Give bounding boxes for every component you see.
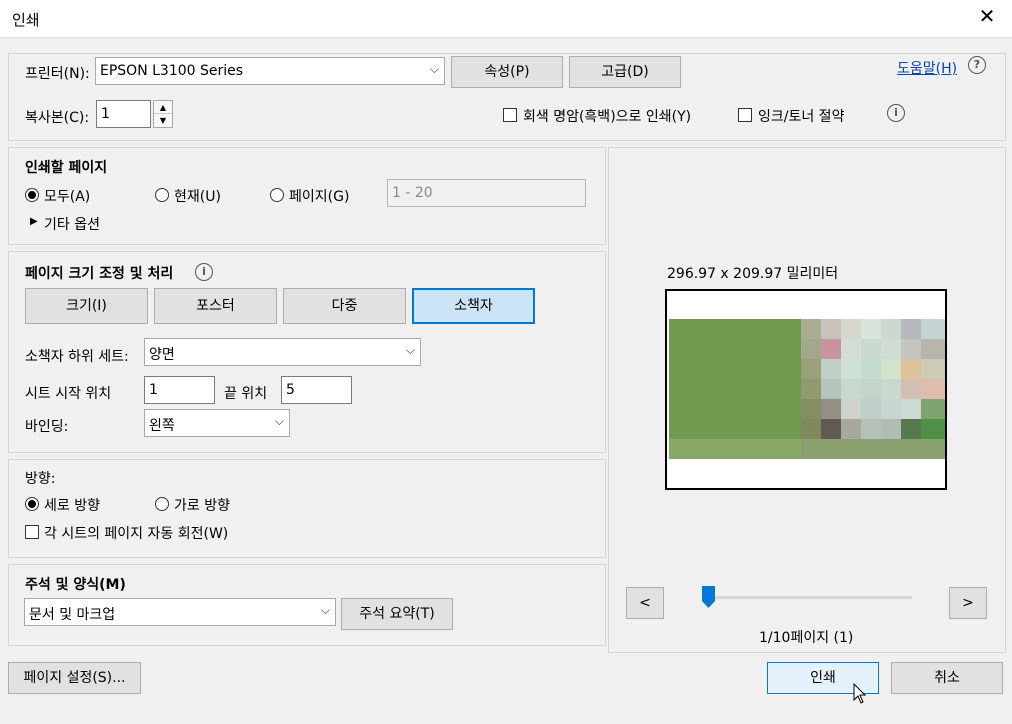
sheets-from-input[interactable]: 1 bbox=[144, 376, 215, 404]
chevron-down-icon: ⌵ bbox=[274, 414, 284, 428]
comments-select[interactable]: 문서 및 마크업 ⌵ bbox=[24, 598, 336, 626]
binding-select[interactable]: 왼쪽 ⌵ bbox=[144, 409, 290, 437]
title-bar bbox=[0, 0, 1012, 38]
grayscale-label: 회색 명암(흑백)으로 인쇄(Y) bbox=[523, 109, 692, 125]
tab-multiple[interactable]: 다중 bbox=[283, 288, 406, 324]
tab-poster[interactable]: 포스터 bbox=[154, 288, 277, 324]
all-pages-label: 모두(A) bbox=[44, 189, 91, 205]
advanced-button[interactable]: 고급(D) bbox=[569, 56, 681, 88]
printer-label: 프린터(N): bbox=[25, 66, 90, 82]
pages-heading: 인쇄할 페이지 bbox=[25, 160, 108, 176]
info-circle-icon[interactable]: i bbox=[887, 104, 905, 122]
page-range-value: 1 - 20 bbox=[392, 185, 433, 201]
tab-size[interactable]: 크기(I) bbox=[25, 288, 148, 324]
question-circle-icon[interactable]: ? bbox=[968, 56, 986, 74]
page-sizing-heading: 페이지 크기 조정 및 처리 bbox=[25, 266, 174, 282]
binding-value: 왼쪽 bbox=[149, 418, 175, 434]
page-range-input[interactable]: 1 - 20 bbox=[387, 179, 586, 207]
close-icon[interactable]: ✕ bbox=[976, 4, 998, 28]
help-link[interactable]: 도움말(H) bbox=[897, 58, 957, 78]
save-ink-checkbox[interactable] bbox=[738, 108, 752, 122]
copies-stepper[interactable]: ▲ ▼ bbox=[153, 100, 173, 128]
orientation-heading: 방향: bbox=[25, 471, 56, 487]
tab-booklet[interactable]: 소책자 bbox=[412, 288, 535, 324]
page-range-label: 페이지(G) bbox=[289, 189, 350, 205]
next-page-button[interactable]: > bbox=[949, 587, 987, 619]
booklet-subset-value: 양면 bbox=[149, 347, 175, 363]
copies-input[interactable]: 1 bbox=[96, 100, 151, 128]
stepper-up-icon[interactable]: ▲ bbox=[154, 101, 172, 114]
comments-value: 문서 및 마크업 bbox=[29, 607, 116, 623]
stepper-down-icon[interactable]: ▼ bbox=[154, 114, 172, 127]
page-slider-track[interactable] bbox=[708, 596, 912, 599]
printer-select-value: EPSON L3100 Series bbox=[100, 63, 244, 79]
portrait-radio[interactable] bbox=[25, 497, 39, 511]
chevron-down-icon: ⌵ bbox=[320, 603, 330, 617]
auto-rotate-checkbox[interactable] bbox=[25, 525, 39, 539]
summarize-comments-button[interactable]: 주석 요약(T) bbox=[341, 598, 453, 630]
sheets-from-label: 시트 시작 위치 bbox=[25, 386, 112, 402]
preview-thumbnail bbox=[669, 319, 945, 459]
grayscale-checkbox[interactable] bbox=[503, 108, 517, 122]
current-page-label: 현재(U) bbox=[174, 189, 221, 205]
all-pages-radio[interactable] bbox=[25, 188, 39, 202]
chevron-down-icon: ⌵ bbox=[429, 62, 439, 76]
copies-value: 1 bbox=[101, 106, 110, 122]
page-slider-thumb[interactable] bbox=[702, 586, 715, 608]
printer-select[interactable]: EPSON L3100 Series ⌵ bbox=[95, 57, 445, 85]
triangle-right-icon[interactable]: ▶ bbox=[30, 216, 38, 227]
page-setup-button[interactable]: 페이지 설정(S)... bbox=[8, 662, 141, 694]
page-range-radio[interactable] bbox=[270, 188, 284, 202]
sheets-to-value: 5 bbox=[286, 382, 295, 398]
save-ink-label: 잉크/토너 절약 bbox=[758, 109, 845, 125]
chevron-down-icon: ⌵ bbox=[405, 343, 415, 357]
properties-button[interactable]: 속성(P) bbox=[451, 56, 563, 88]
booklet-subset-label: 소책자 하위 세트: bbox=[25, 349, 129, 365]
prev-page-button[interactable]: < bbox=[626, 587, 664, 619]
mouse-cursor-icon bbox=[853, 682, 867, 705]
more-options-label[interactable]: 기타 옵션 bbox=[44, 214, 100, 234]
landscape-radio[interactable] bbox=[155, 497, 169, 511]
current-page-radio[interactable] bbox=[155, 188, 169, 202]
booklet-subset-select[interactable]: 양면 ⌵ bbox=[144, 338, 421, 366]
copies-label: 복사본(C): bbox=[25, 110, 90, 126]
sheets-to-input[interactable]: 5 bbox=[281, 376, 352, 404]
cancel-button[interactable]: 취소 bbox=[891, 662, 1003, 694]
preview-page bbox=[665, 289, 947, 490]
sheets-from-value: 1 bbox=[149, 382, 158, 398]
sheets-to-label: 끝 위치 bbox=[224, 386, 268, 402]
landscape-label: 가로 방향 bbox=[174, 498, 230, 514]
page-status: 1/10페이지 (1) bbox=[759, 630, 854, 646]
window-title: 인쇄 bbox=[12, 11, 40, 29]
preview-dimensions: 296.97 x 209.97 밀리미터 bbox=[667, 266, 839, 282]
portrait-label: 세로 방향 bbox=[44, 498, 100, 514]
auto-rotate-label: 각 시트의 페이지 자동 회전(W) bbox=[44, 526, 229, 542]
info-circle-icon[interactable]: i bbox=[195, 263, 213, 281]
comments-heading: 주석 및 양식(M) bbox=[25, 577, 126, 593]
binding-label: 바인딩: bbox=[25, 419, 69, 435]
